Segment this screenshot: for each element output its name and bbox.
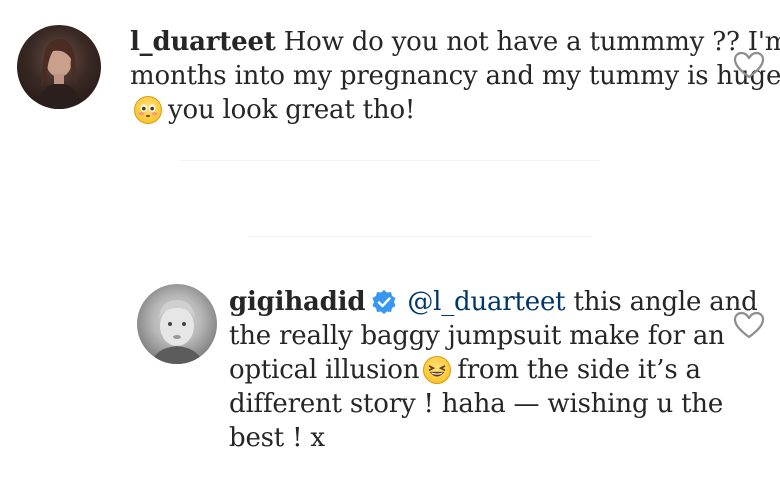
like-button[interactable]: [732, 50, 766, 80]
comment-line-2: the really baggy jumpsuit make for an: [229, 321, 725, 351]
avatar[interactable]: [17, 25, 101, 109]
comment-line-4: different story ! haha — wishing u the: [229, 389, 724, 419]
comment-line-5: best ! x: [229, 423, 325, 453]
comment-username[interactable]: gigihadid: [229, 287, 366, 317]
avatar-image: [151, 300, 203, 364]
grinning-squinting-face-emoji: [423, 356, 452, 384]
comment-text: l_duarteet How do you not have a tummmy …: [130, 25, 780, 127]
comment-line-3: you look great tho!: [130, 93, 780, 127]
comment-line-1: l_duarteet How do you not have a tummmy …: [130, 25, 780, 59]
divider: [250, 236, 590, 237]
comment-body: How do you not have a tummmy ?? I'm 4: [283, 27, 780, 57]
divider: [180, 160, 600, 161]
flushed-face-emoji: [134, 96, 162, 124]
heart-outline-icon: [733, 51, 765, 79]
avatar-image: [37, 39, 81, 109]
comment-body-end: you look great tho!: [168, 95, 416, 125]
like-button[interactable]: [732, 310, 766, 340]
comment-body-part: optical illusion: [229, 355, 420, 385]
comment-line-3: optical illusion from the side it’s a: [229, 353, 758, 387]
comment-body: this angle and: [573, 287, 758, 317]
heart-outline-icon: [733, 311, 765, 339]
comment-body-part: from the side it’s a: [457, 355, 701, 385]
mention-link[interactable]: @l_duarteet: [407, 287, 565, 317]
comment-username[interactable]: l_duarteet: [130, 27, 276, 57]
avatar[interactable]: [137, 284, 217, 364]
verified-badge-icon: [371, 289, 397, 315]
comment-line-1: gigihadid @l_duarteet this angle and: [229, 285, 758, 319]
comment-line-2: months into my pregnancy and my tummy is…: [130, 61, 780, 91]
comment-text: gigihadid @l_duarteet this angle and the …: [229, 285, 758, 455]
